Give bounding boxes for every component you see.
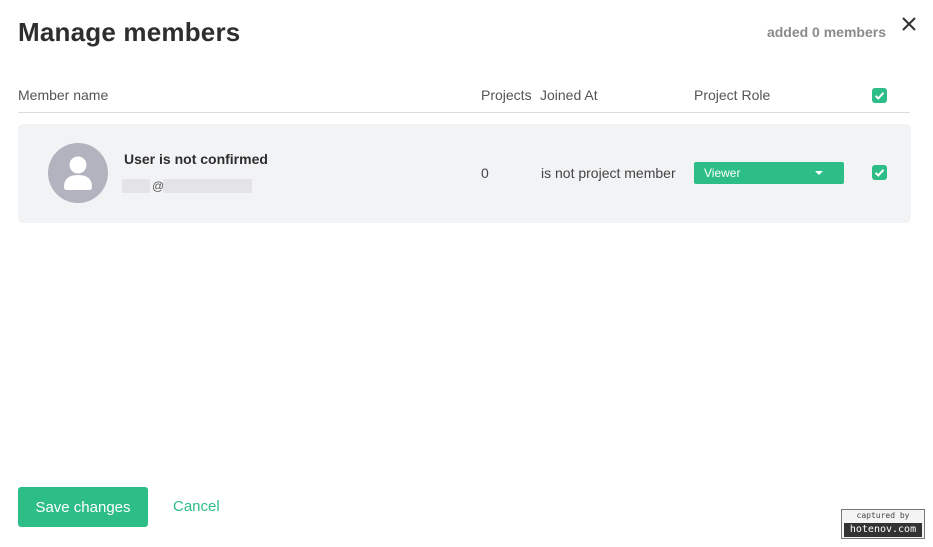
caret-down-icon [815, 171, 823, 175]
email-redacted-local [122, 179, 150, 193]
project-role-value: Viewer [704, 166, 741, 180]
header-projects: Projects [481, 87, 532, 103]
dialog-title: Manage members [18, 17, 241, 47]
member-name: User is not confirmed [124, 151, 268, 167]
table-header: Member name Projects Joined At Project R… [18, 84, 910, 113]
added-members-count: added 0 members [766, 24, 886, 40]
watermark: captured by hotenov.com [841, 509, 925, 539]
project-role-select[interactable]: Viewer [694, 162, 844, 184]
manage-members-dialog: Manage members added 0 members Member na… [0, 0, 933, 547]
check-icon [874, 92, 885, 100]
close-icon[interactable] [900, 15, 918, 33]
table-row: User is not confirmed @ 0 is not project… [18, 124, 911, 223]
header-member-name: Member name [18, 87, 109, 103]
check-icon [874, 169, 885, 177]
member-select-checkbox[interactable] [872, 165, 887, 180]
save-changes-button[interactable]: Save changes [18, 487, 148, 527]
cancel-link[interactable]: Cancel [173, 498, 220, 515]
watermark-line1: captured by [856, 511, 910, 520]
email-redacted-domain [163, 179, 252, 193]
select-all-checkbox[interactable] [872, 88, 887, 103]
header-joined-at: Joined At [540, 87, 598, 103]
user-avatar-icon [48, 143, 108, 203]
watermark-line2: hotenov.com [844, 523, 922, 537]
member-projects-count: 0 [481, 165, 489, 181]
header-project-role: Project Role [694, 87, 771, 103]
member-joined-at: is not project member [541, 165, 676, 181]
